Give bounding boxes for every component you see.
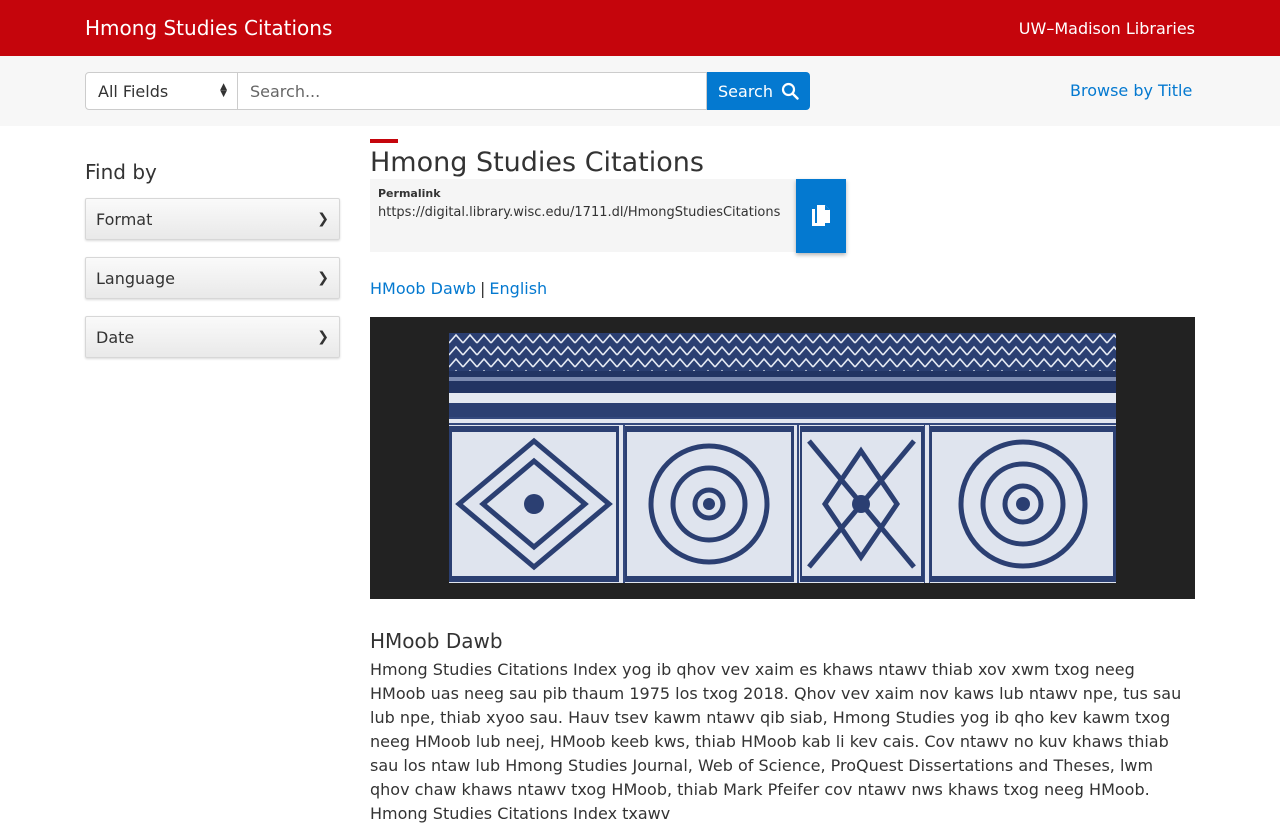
search-icon bbox=[781, 82, 799, 100]
chevron-right-icon: ❯ bbox=[317, 211, 329, 227]
sidebar: Find by Format ❯ Language ❯ Date ❯ bbox=[85, 160, 340, 375]
title-accent-bar bbox=[370, 139, 398, 143]
permalink-url[interactable]: https://digital.library.wisc.edu/1711.dl… bbox=[378, 202, 788, 223]
facet-format[interactable]: Format ❯ bbox=[85, 198, 340, 240]
facet-language[interactable]: Language ❯ bbox=[85, 257, 340, 299]
lang-separator: | bbox=[480, 279, 486, 298]
lang-link-english[interactable]: English bbox=[489, 279, 547, 298]
copy-permalink-button[interactable] bbox=[796, 179, 846, 253]
search-field-select[interactable]: All Fields ▲ ▼ bbox=[85, 72, 238, 110]
search-input[interactable] bbox=[238, 72, 707, 110]
browse-by-title-link[interactable]: Browse by Title bbox=[1070, 81, 1192, 100]
facet-label: Format bbox=[96, 209, 153, 229]
page-title: Hmong Studies Citations bbox=[370, 147, 704, 178]
search-bar: All Fields ▲▼ Search Browse by Title bbox=[0, 56, 1280, 126]
uw-madison-libraries-link[interactable]: UW–Madison Libraries bbox=[1019, 19, 1195, 38]
lang-link-hmoob[interactable]: HMoob Dawb bbox=[370, 279, 476, 298]
permalink-label: Permalink bbox=[378, 187, 441, 200]
section-heading: HMoob Dawb bbox=[370, 629, 503, 653]
description-text: Hmong Studies Citations Index yog ib qho… bbox=[370, 660, 1182, 823]
facet-label: Language bbox=[96, 268, 175, 288]
select-arrows-icon: ▲ ▼ bbox=[220, 82, 227, 99]
copy-icon bbox=[812, 205, 830, 226]
site-title[interactable]: Hmong Studies Citations bbox=[85, 16, 332, 40]
permalink-box: Permalink https://digital.library.wisc.e… bbox=[370, 179, 796, 252]
facet-label: Date bbox=[96, 327, 135, 347]
main-content: Hmong Studies Citations Permalink https:… bbox=[370, 126, 1195, 823]
textile-image bbox=[449, 333, 1116, 583]
image-frame bbox=[370, 317, 1195, 599]
chevron-right-icon: ❯ bbox=[317, 270, 329, 286]
find-by-heading: Find by bbox=[85, 160, 157, 184]
search-field-select-value: All Fields bbox=[98, 81, 169, 101]
top-bar: Hmong Studies Citations UW–Madison Libra… bbox=[0, 0, 1280, 56]
facet-date[interactable]: Date ❯ bbox=[85, 316, 340, 358]
search-button[interactable]: Search bbox=[707, 72, 810, 110]
search-button-label: Search bbox=[718, 81, 773, 101]
language-links: HMoob Dawb | English bbox=[370, 279, 547, 298]
chevron-right-icon: ❯ bbox=[317, 329, 329, 345]
